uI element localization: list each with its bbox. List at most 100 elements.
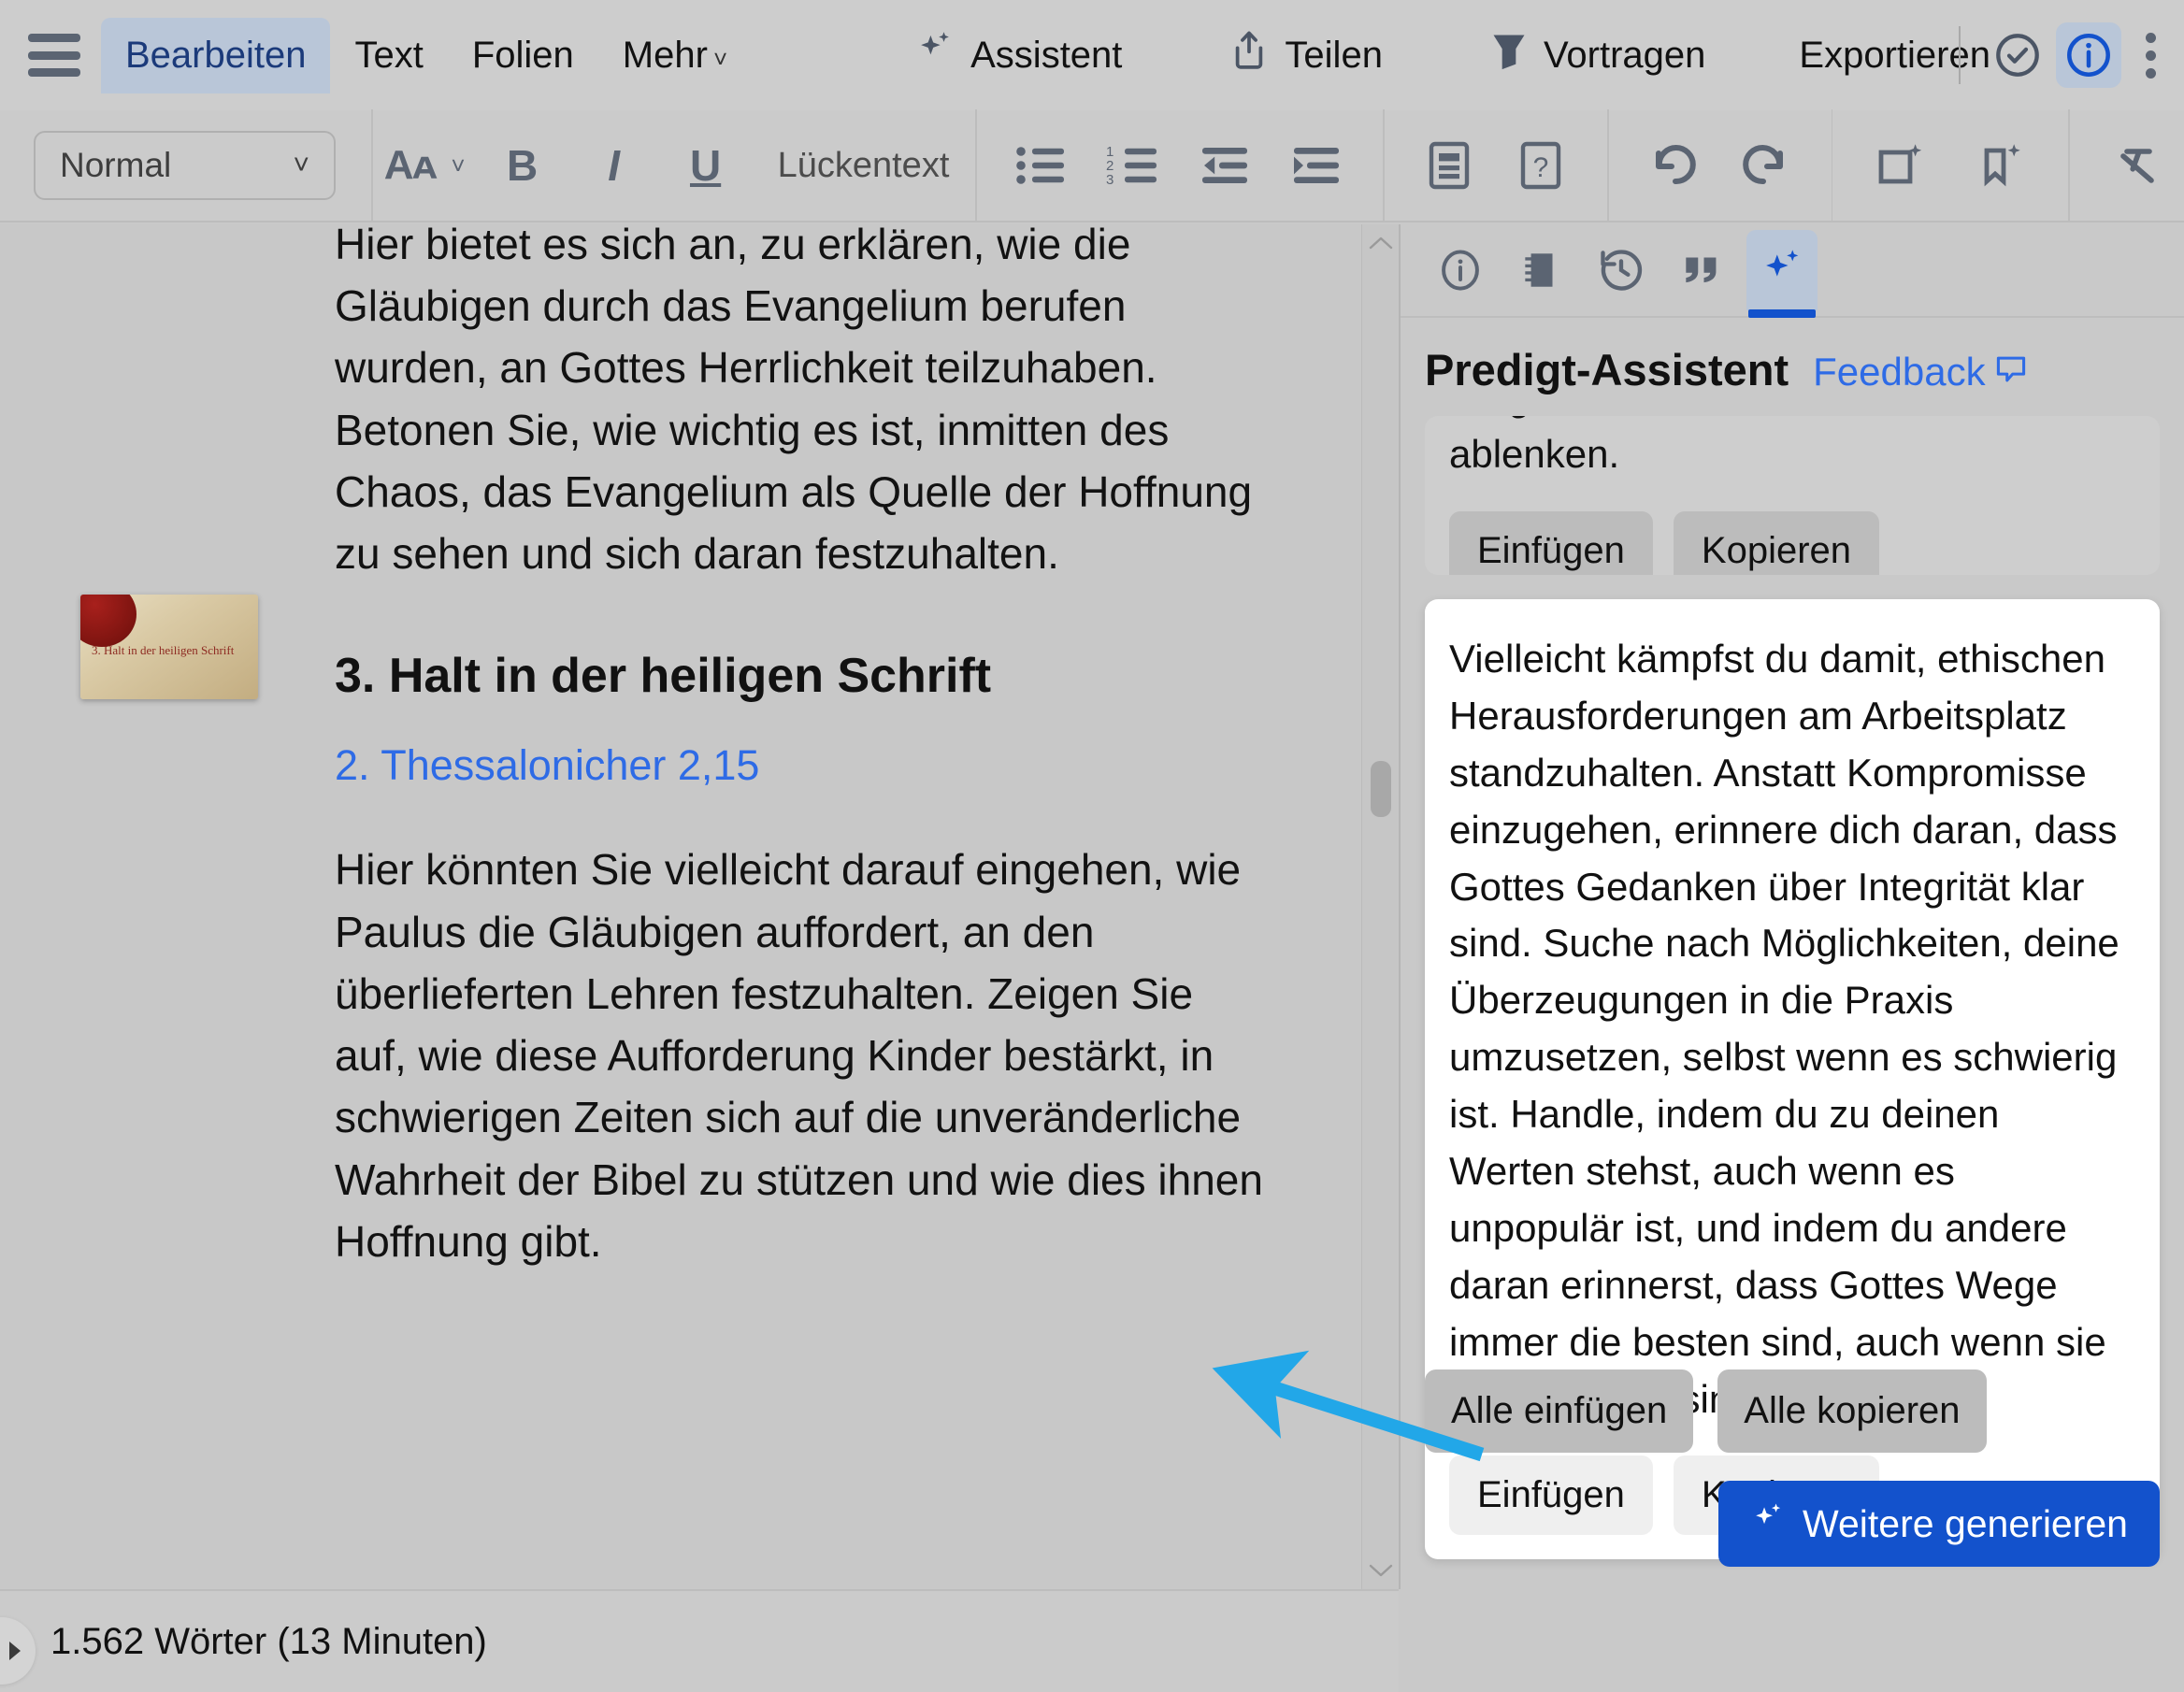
svg-text:3: 3	[1106, 172, 1114, 187]
suggestion-text: Dingen, die dich von seiner Ruhe ablenke…	[1449, 416, 2028, 476]
toolbar-divider	[975, 109, 978, 222]
app-window: Bearbeiten Text Folien Mehr ˅ Assistent T…	[0, 0, 2184, 1692]
chevron-right-icon[interactable]	[0, 1617, 36, 1685]
scripture-reference-link[interactable]: 2. Thessalonicher 2,15	[335, 741, 1399, 790]
panel-tab-info[interactable]	[1425, 230, 1496, 310]
menu-tab-folien[interactable]: Folien	[448, 18, 598, 93]
copy-button[interactable]: Kopieren	[1673, 510, 1880, 575]
menu-tab-bearbeiten[interactable]: Bearbeiten	[101, 17, 331, 118]
hamburger-icon[interactable]	[28, 34, 80, 77]
blank-text-label: Lückentext	[777, 145, 950, 185]
panel-tab-quotes[interactable]	[1666, 230, 1737, 310]
font-size-button[interactable]: Aᴀ ˅	[384, 126, 466, 205]
paragraph-style-value: Normal	[60, 146, 172, 184]
menu-tab-label: Text	[354, 34, 424, 76]
underline-label: U	[689, 141, 722, 190]
sparkle-icon	[914, 30, 956, 80]
present-button[interactable]: Vortragen	[1467, 19, 1728, 92]
comment-icon	[1995, 350, 2027, 394]
assistant-button[interactable]: Assistent	[892, 19, 1144, 92]
clear-group	[2092, 109, 2184, 222]
present-label: Vortragen	[1543, 34, 1706, 76]
blank-text-button[interactable]: Lückentext	[763, 126, 965, 205]
present-funnel-icon	[1489, 30, 1529, 80]
toolbar-divider	[2068, 109, 2070, 222]
generate-more-button[interactable]: Weitere generieren	[1718, 1481, 2160, 1567]
scroll-up-arrow-icon[interactable]	[1362, 224, 1399, 262]
numbered-list-icon[interactable]: 123	[1099, 126, 1168, 205]
insert-button[interactable]: Einfügen	[1449, 510, 1653, 575]
info-circle-icon[interactable]	[2056, 22, 2121, 88]
panel-header: Predigt-Assistent Feedback	[1401, 318, 2184, 416]
slide-thumbnail[interactable]: 3. Halt in der heiligen Schrift	[80, 595, 258, 699]
insert-all-button[interactable]: Alle einfügen	[1425, 1369, 1694, 1453]
help-question-icon[interactable]: ?	[1506, 126, 1575, 205]
document-scrollbar[interactable]	[1361, 224, 1399, 1589]
list-group: 123	[996, 109, 1362, 222]
chevron-down-icon: ˅	[712, 44, 728, 73]
document-paragraph[interactable]: Hier könnten Sie vielleicht darauf einge…	[335, 839, 1270, 1272]
panel-tab-history[interactable]	[1586, 230, 1657, 310]
chevron-down-icon: ˅	[451, 151, 466, 179]
menu-tab-mehr[interactable]: Mehr ˅	[598, 18, 752, 93]
add-slide-sparkle-icon[interactable]	[1866, 126, 1935, 205]
bulleted-list-icon[interactable]	[1007, 126, 1076, 205]
share-button[interactable]: Teilen	[1206, 18, 1405, 93]
paragraph-style-select[interactable]: Normal ˅	[34, 131, 337, 200]
page-layout-icon[interactable]	[1415, 126, 1484, 205]
undo-icon[interactable]	[1639, 126, 1708, 205]
feedback-link[interactable]: Feedback	[1813, 350, 2026, 394]
format-toolbar: Normal ˅ Aᴀ ˅ B I U Lückentext 123 ?	[0, 109, 2184, 222]
feedback-label: Feedback	[1813, 350, 1986, 394]
toolbar-divider	[1959, 26, 1961, 84]
share-upload-icon	[1228, 29, 1270, 81]
toolbar-divider	[1383, 109, 1385, 222]
suggestion-text: Vielleicht kämpfst du damit, ethischen H…	[1449, 637, 2119, 1421]
top-menu-bar: Bearbeiten Text Folien Mehr ˅ Assistent T…	[0, 0, 2184, 118]
insert-group: ?	[1403, 109, 1587, 222]
bookmark-sparkle-icon[interactable]	[1967, 126, 2036, 205]
panel-footer: Alle einfügen Alle kopieren Weitere gene…	[1425, 1369, 2160, 1589]
menu-tab-label: Folien	[471, 34, 574, 76]
menu-tab-text[interactable]: Text	[330, 18, 447, 93]
assistant-label: Assistent	[970, 34, 1123, 76]
check-circle-icon[interactable]	[1985, 22, 2050, 88]
assistant-panel: Predigt-Assistent Feedback Dingen, die d…	[1399, 224, 2184, 1589]
scroll-down-arrow-icon[interactable]	[1362, 1552, 1399, 1589]
indent-icon[interactable]	[1282, 126, 1351, 205]
document-content: Hier bietet es sich an, zu erklären, wie…	[0, 224, 1399, 1272]
copy-all-button[interactable]: Alle kopieren	[1717, 1369, 1987, 1453]
panel-tab-bar	[1401, 224, 2184, 318]
outdent-icon[interactable]	[1190, 126, 1259, 205]
panel-tab-notebook[interactable]	[1505, 230, 1576, 310]
generate-row: Weitere generieren	[1425, 1481, 2160, 1567]
scrollbar-thumb[interactable]	[1371, 761, 1391, 817]
word-count-label: 1.562 Wörter (13 Minuten)	[50, 1620, 487, 1662]
clear-format-icon[interactable]	[2104, 126, 2173, 205]
generate-more-label: Weitere generieren	[1803, 1501, 2128, 1545]
font-size-label: Aᴀ	[383, 142, 438, 188]
main-body: Hier bietet es sich an, zu erklären, wie…	[0, 224, 2184, 1589]
document-paragraph[interactable]: Hier bietet es sich an, zu erklären, wie…	[335, 224, 1270, 584]
document-pane[interactable]: Hier bietet es sich an, zu erklären, wie…	[0, 224, 1399, 1589]
suggestion-card-actions: Einfügen Kopieren	[1449, 510, 2135, 575]
menu-tab-label: Mehr	[622, 34, 708, 76]
svg-text:?: ?	[1532, 152, 1548, 183]
panel-tab-assistant[interactable]	[1746, 230, 1818, 318]
share-label: Teilen	[1285, 34, 1383, 76]
italic-label: I	[608, 141, 620, 190]
wax-seal-icon	[80, 595, 136, 647]
bold-label: B	[506, 141, 539, 190]
chevron-down-icon: ˅	[293, 150, 310, 180]
underline-button[interactable]: U	[671, 126, 740, 205]
suggestion-card: Dingen, die dich von seiner Ruhe ablenke…	[1425, 416, 2160, 575]
top-right-icons	[1940, 0, 2175, 110]
italic-button[interactable]: I	[580, 126, 649, 205]
kebab-menu-icon[interactable]	[2127, 32, 2175, 79]
toolbar-divider	[1831, 109, 1833, 222]
bold-button[interactable]: B	[488, 126, 557, 205]
menu-tab-label: Bearbeiten	[125, 34, 307, 76]
document-heading[interactable]: 3. Halt in der heiligen Schrift	[335, 648, 1399, 704]
bulk-actions: Alle einfügen Alle kopieren	[1425, 1369, 2160, 1453]
redo-icon[interactable]	[1731, 126, 1800, 205]
